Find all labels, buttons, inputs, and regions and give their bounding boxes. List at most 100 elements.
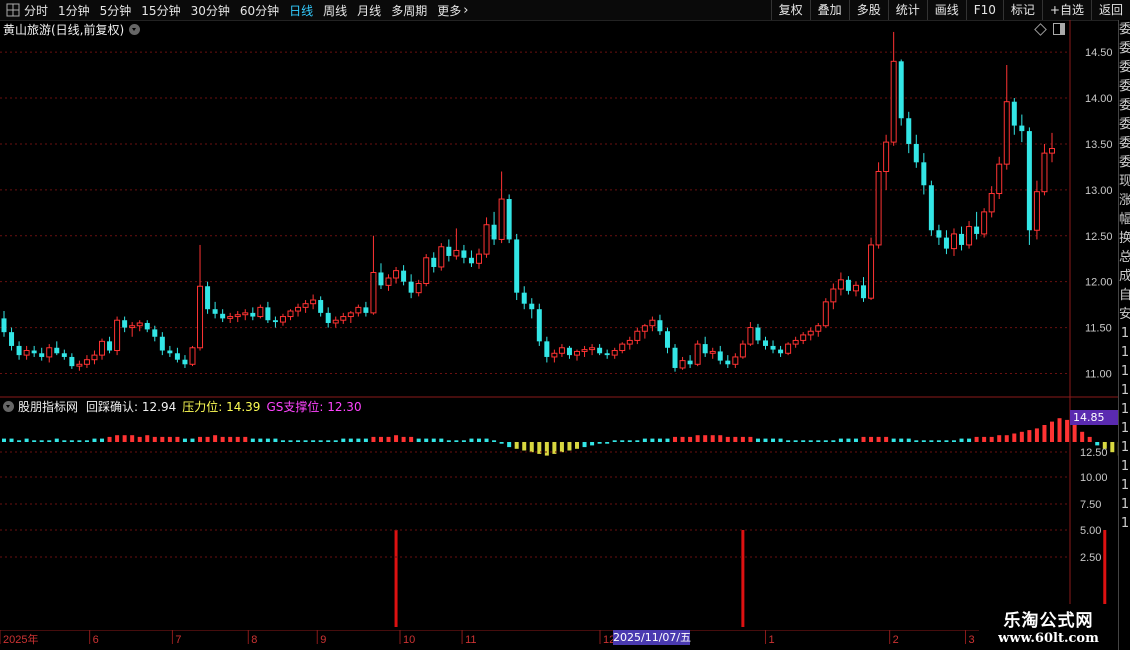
osc-bar	[853, 438, 858, 442]
osc-bar	[220, 436, 225, 442]
osc-bar	[492, 440, 497, 442]
osc-bar	[1095, 442, 1100, 446]
osc-bar	[62, 440, 67, 442]
osc-bar	[869, 436, 874, 442]
osc-bar	[522, 442, 527, 451]
osc-bar	[1042, 425, 1047, 442]
candle-body	[830, 288, 837, 303]
candle-body	[279, 316, 286, 323]
osc-bar	[1004, 435, 1009, 442]
tool-button[interactable]: +自选	[1041, 0, 1091, 20]
candle-body	[687, 360, 693, 365]
period-tab[interactable]: 周线	[323, 2, 347, 19]
candle-body	[234, 314, 241, 318]
side-glyph: 1	[1120, 459, 1130, 474]
candle-body	[959, 233, 965, 245]
candle-body	[792, 339, 799, 345]
candle-body	[189, 347, 196, 365]
y-tick-label: 11.00	[1085, 368, 1112, 380]
osc-bar	[54, 438, 59, 442]
osc-bar	[416, 438, 421, 442]
candle-body	[966, 226, 973, 246]
chevron-right-icon[interactable]: ›	[463, 3, 468, 18]
tool-button[interactable]: F10	[965, 0, 1003, 20]
period-tab[interactable]: 60分钟	[240, 2, 279, 19]
candle-body	[438, 246, 445, 268]
candle-body	[943, 237, 949, 249]
candle-body	[506, 199, 512, 240]
period-tab[interactable]: 月线	[357, 2, 381, 19]
osc-bar	[1027, 430, 1032, 442]
candle-body	[69, 356, 75, 367]
osc-bar	[1050, 421, 1054, 442]
side-glyph: 现	[1119, 172, 1130, 191]
osc-bar	[620, 440, 625, 442]
osc-bar	[160, 436, 165, 442]
candle-body	[1049, 148, 1055, 154]
tool-button[interactable]: 画线	[926, 0, 966, 20]
osc-bar	[130, 435, 135, 442]
price-y-axis: 14.50 14.00 13.50 13.00 12.50 12.00 11.50 11.00	[1085, 47, 1113, 380]
grid-icon[interactable]	[6, 3, 20, 17]
osc-bar	[2, 438, 6, 442]
period-tab[interactable]: 1分钟	[58, 2, 90, 19]
period-tab[interactable]: 多周期	[391, 2, 427, 19]
candle-body	[739, 343, 746, 358]
osc-bar	[514, 442, 519, 449]
side-glyph: 委	[1119, 77, 1130, 96]
osc-bar	[439, 438, 444, 442]
osc-bar	[235, 436, 240, 442]
watermark-line1: 乐淘公式网	[1003, 611, 1094, 631]
y-tick-label: 5.00	[1080, 525, 1101, 537]
period-tab[interactable]: 日线	[289, 2, 313, 19]
candle-body	[31, 350, 37, 354]
candle-body	[928, 185, 934, 231]
candle-body	[16, 345, 22, 356]
y-tick-label: 14.00	[1085, 93, 1113, 105]
candle-body	[408, 281, 414, 293]
candle-body	[370, 271, 377, 314]
candle-body	[453, 249, 460, 257]
candle-body	[423, 257, 430, 284]
osc-bar	[243, 436, 248, 442]
osc-bar	[1057, 418, 1062, 442]
x-tick-label: 2025年	[3, 632, 38, 646]
period-toolbar: 分时 1分钟 5分钟 15分钟 30分钟 60分钟 日线 周线 月线 多周期 更多 › 复权 叠加 多股统…	[0, 0, 1130, 21]
period-tab[interactable]: 更多	[437, 2, 461, 19]
tool-button[interactable]: 返回	[1090, 0, 1130, 20]
price-chart[interactable]: 14.50 14.00 13.50 13.00 12.50 12.00 11.50 11.00…	[0, 20, 1118, 630]
x-tick-label: 9	[320, 634, 326, 646]
osc-bar	[137, 436, 142, 442]
osc-bar	[499, 442, 504, 444]
candle-body	[46, 347, 53, 358]
candle-body	[672, 347, 678, 368]
candle-body	[257, 306, 264, 318]
candle-body	[287, 310, 294, 318]
period-tab[interactable]: 30分钟	[191, 2, 230, 19]
osc-bar	[296, 440, 301, 442]
tool-button[interactable]: 复权	[770, 0, 810, 20]
osc-bar	[846, 438, 851, 442]
osc-bar	[348, 438, 353, 442]
chevron-down-icon[interactable]	[3, 400, 14, 412]
period-tab[interactable]: 5分钟	[100, 2, 132, 19]
axis-value-box: 14.85	[1070, 410, 1119, 425]
side-glyph: 1	[1120, 516, 1130, 531]
candle-body	[732, 356, 739, 365]
period-tab[interactable]: 15分钟	[141, 2, 180, 19]
tool-button[interactable]: 多股	[848, 0, 888, 20]
osc-bar	[401, 436, 406, 442]
period-tab[interactable]: 分时	[24, 2, 48, 19]
osc-bar	[884, 436, 889, 442]
tool-button[interactable]: 叠加	[809, 0, 849, 20]
tool-button[interactable]: 标记	[1002, 0, 1042, 20]
side-glyph: 1	[1120, 402, 1130, 417]
osc-bar	[748, 436, 753, 442]
candle-body	[861, 285, 867, 299]
x-tick-label: 6	[93, 634, 99, 646]
osc-bar	[929, 440, 934, 442]
tool-button[interactable]: 统计	[887, 0, 927, 20]
y-tick-label: 13.00	[1085, 185, 1113, 197]
candle-body	[574, 350, 581, 356]
osc-bar	[409, 436, 414, 442]
